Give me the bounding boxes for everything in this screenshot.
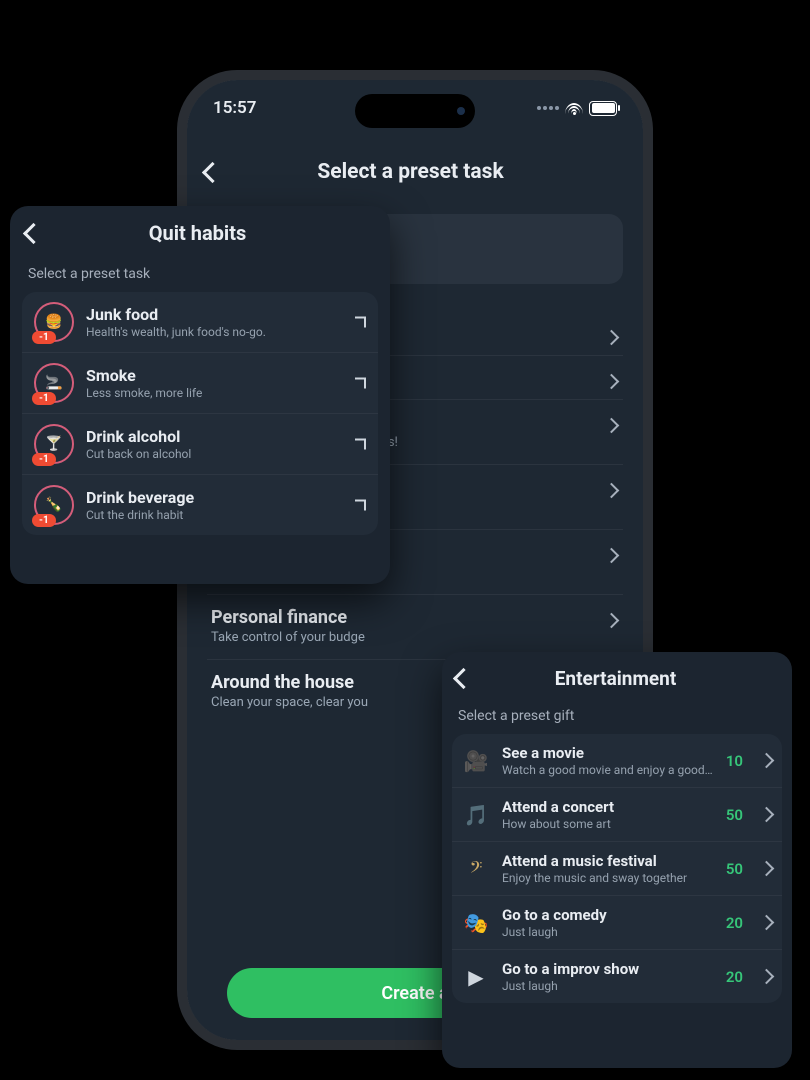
gift-item[interactable]: 🎵 Attend a concert How about some art 50 <box>452 788 782 842</box>
category-item[interactable]: Personal finance Take control of your bu… <box>207 595 623 660</box>
minus-badge: -1 <box>32 331 56 344</box>
status-time: 15:57 <box>213 98 256 118</box>
gift-sub: Watch a good movie and enjoy a good … <box>502 763 714 777</box>
gift-title: See a movie <box>502 744 714 762</box>
habit-list: 🍔 -1 Junk food Health's wealth, junk foo… <box>22 292 378 535</box>
habit-item[interactable]: 🍾 -1 Drink beverage Cut the drink habit <box>22 475 378 535</box>
habit-item[interactable]: 🍸 -1 Drink alcohol Cut back on alcohol <box>22 414 378 475</box>
chevron-right-icon <box>759 807 775 823</box>
chevron-right-icon <box>759 753 775 769</box>
wifi-icon <box>565 102 583 114</box>
habit-badge: 🍔 -1 <box>34 302 74 342</box>
gift-item[interactable]: 🎭 Go to a comedy Just laugh 20 <box>452 896 782 950</box>
gift-points: 50 <box>726 860 743 878</box>
gift-points: 20 <box>726 968 743 986</box>
gift-points: 20 <box>726 914 743 932</box>
habit-sub: Less smoke, more life <box>86 386 202 400</box>
gift-item[interactable]: 𝄢 Attend a music festival Enjoy the musi… <box>452 842 782 896</box>
chevron-right-icon <box>759 861 775 877</box>
status-right <box>537 101 617 116</box>
movie-icon: 🎥 <box>462 747 490 775</box>
cellular-icon <box>537 106 559 110</box>
comedy-icon: 🎭 <box>462 909 490 937</box>
quit-habits-card: Quit habits Select a preset task 🍔 -1 Ju… <box>10 206 390 584</box>
gift-points: 50 <box>726 806 743 824</box>
create-button-label: Create a <box>381 983 448 1004</box>
gift-title: Attend a concert <box>502 798 714 816</box>
chevron-right-icon <box>759 969 775 985</box>
minus-badge: -1 <box>32 392 56 405</box>
habit-title: Smoke <box>86 366 202 385</box>
habit-badge: 🍸 -1 <box>34 424 74 464</box>
habit-title: Drink beverage <box>86 488 194 507</box>
phone-header: Select a preset task <box>187 144 643 200</box>
ent-card-subtitle: Select a preset gift <box>442 704 792 734</box>
improv-icon: ▶ <box>462 963 490 991</box>
habit-badge: 🚬 -1 <box>34 363 74 403</box>
quit-card-header: Quit habits <box>10 206 390 260</box>
chevron-right-icon <box>759 915 775 931</box>
category-name: Personal finance <box>211 607 619 628</box>
gift-item[interactable]: ▶ Go to a improv show Just laugh 20 <box>452 950 782 1003</box>
habit-title: Drink alcohol <box>86 427 191 446</box>
minus-badge: -1 <box>32 514 56 527</box>
habit-item[interactable]: 🍔 -1 Junk food Health's wealth, junk foo… <box>22 292 378 353</box>
minus-badge: -1 <box>32 453 56 466</box>
chevron-right-icon <box>355 500 366 511</box>
habit-sub: Cut back on alcohol <box>86 447 191 461</box>
quit-card-title: Quit habits <box>21 221 374 245</box>
entertainment-card: Entertainment Select a preset gift 🎥 See… <box>442 652 792 1068</box>
ent-card-header: Entertainment <box>442 652 792 704</box>
habit-sub: Cut the drink habit <box>86 508 194 522</box>
gift-title: Go to a improv show <box>502 960 714 978</box>
gift-title: Attend a music festival <box>502 852 714 870</box>
gift-list: 🎥 See a movie Watch a good movie and enj… <box>452 734 782 1003</box>
habit-badge: 🍾 -1 <box>34 485 74 525</box>
festival-icon: 𝄢 <box>462 855 490 883</box>
gift-item[interactable]: 🎥 See a movie Watch a good movie and enj… <box>452 734 782 788</box>
chevron-right-icon <box>355 439 366 450</box>
chevron-right-icon <box>355 378 366 389</box>
habit-title: Junk food <box>86 305 266 324</box>
quit-card-subtitle: Select a preset task <box>10 260 390 292</box>
ent-card-title: Entertainment <box>453 667 778 690</box>
chevron-right-icon <box>355 317 366 328</box>
dynamic-island <box>355 94 475 128</box>
gift-points: 10 <box>726 752 743 770</box>
page-title: Select a preset task <box>196 160 625 184</box>
gift-sub: Just laugh <box>502 925 714 939</box>
gift-sub: Enjoy the music and sway together <box>502 871 714 885</box>
concert-icon: 🎵 <box>462 801 490 829</box>
gift-sub: Just laugh <box>502 979 714 993</box>
camera-dot <box>457 107 465 115</box>
category-sub: Take control of your budge <box>211 630 619 645</box>
habit-sub: Health's wealth, junk food's no-go. <box>86 325 266 339</box>
gift-sub: How about some art <box>502 817 714 831</box>
habit-item[interactable]: 🚬 -1 Smoke Less smoke, more life <box>22 353 378 414</box>
gift-title: Go to a comedy <box>502 906 714 924</box>
battery-icon <box>589 101 617 116</box>
